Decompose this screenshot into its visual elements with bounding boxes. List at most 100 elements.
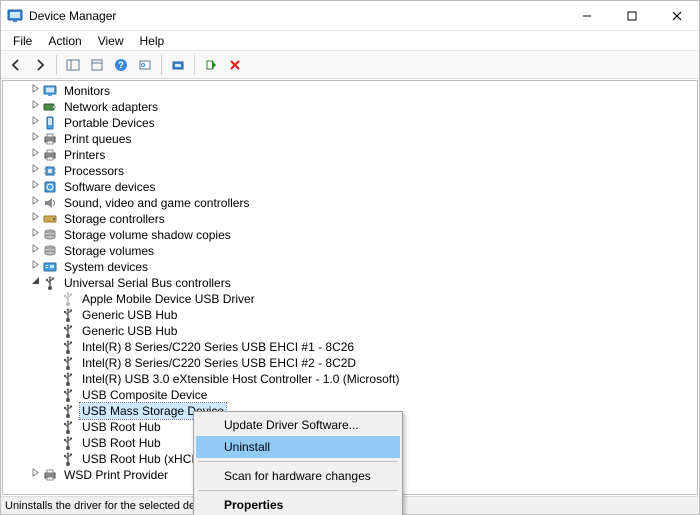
tree-node-label: WSD Print Provider	[62, 467, 170, 483]
uninstall-toolbar-button[interactable]	[224, 54, 246, 76]
toolbar: ?	[1, 51, 699, 79]
tree-node-usb-device-6[interactable]: USB Composite Device	[3, 387, 697, 403]
tree-node-label: Software devices	[62, 179, 157, 195]
tree-node-label: Generic USB Hub	[80, 323, 179, 339]
menu-file[interactable]: File	[5, 32, 40, 50]
ctx-update-driver[interactable]: Update Driver Software...	[196, 414, 400, 436]
device-manager-window: Device Manager File Action View Help ? M…	[0, 0, 700, 515]
tree-node-label: USB Root Hub	[80, 435, 163, 451]
chevron-right-icon[interactable]	[29, 163, 42, 179]
usb-icon	[60, 371, 76, 387]
scan-hardware-button[interactable]	[134, 54, 156, 76]
tree-node-label: Network adapters	[62, 99, 160, 115]
tree-node-label: Printers	[62, 147, 107, 163]
tree-node-usb-device-2[interactable]: Generic USB Hub	[3, 323, 697, 339]
network-icon	[42, 99, 58, 115]
tree-node-cat-8[interactable]: Storage controllers	[3, 211, 697, 227]
printer-icon	[42, 147, 58, 163]
ctx-properties[interactable]: Properties	[196, 494, 400, 515]
tree-node-usb-device-5[interactable]: Intel(R) USB 3.0 eXtensible Host Control…	[3, 371, 697, 387]
tree-node-cat-2[interactable]: Portable Devices	[3, 115, 697, 131]
tree-node-usb-device-0[interactable]: Apple Mobile Device USB Driver	[3, 291, 697, 307]
forward-button[interactable]	[29, 54, 51, 76]
software-icon	[42, 179, 58, 195]
menu-bar: File Action View Help	[1, 31, 699, 51]
usb-icon	[60, 355, 76, 371]
usb-icon	[42, 275, 58, 291]
tree-node-label: USB Root Hub	[80, 419, 163, 435]
disk-icon	[42, 227, 58, 243]
chevron-right-icon[interactable]	[29, 179, 42, 195]
menu-view[interactable]: View	[90, 32, 132, 50]
chevron-down-icon[interactable]	[29, 275, 42, 291]
tree-node-label: Processors	[62, 163, 126, 179]
tree-node-cat-6[interactable]: Software devices	[3, 179, 697, 195]
tree-node-cat-5[interactable]: Processors	[3, 163, 697, 179]
chevron-right-icon[interactable]	[29, 467, 42, 483]
window-controls	[564, 1, 699, 30]
status-text: Uninstalls the driver for the selected d…	[5, 500, 218, 512]
minimize-button[interactable]	[564, 1, 609, 31]
tree-node-usb-device-1[interactable]: Generic USB Hub	[3, 307, 697, 323]
usb-gray-icon	[60, 291, 76, 307]
tree-node-cat-4[interactable]: Printers	[3, 147, 697, 163]
help-toolbar-button[interactable]: ?	[110, 54, 132, 76]
close-button[interactable]	[654, 1, 699, 31]
maximize-button[interactable]	[609, 1, 654, 31]
tree-node-label: Print queues	[62, 131, 133, 147]
tree-node-usb-category[interactable]: Universal Serial Bus controllers	[3, 275, 697, 291]
chevron-right-icon[interactable]	[29, 115, 42, 131]
usb-icon	[60, 419, 76, 435]
chevron-right-icon[interactable]	[29, 243, 42, 259]
tree-node-cat-0[interactable]: Monitors	[3, 83, 697, 99]
ctx-uninstall[interactable]: Uninstall	[196, 436, 400, 458]
usb-icon	[60, 307, 76, 323]
chevron-right-icon[interactable]	[29, 99, 42, 115]
title-bar: Device Manager	[1, 1, 699, 31]
tree-node-label: System devices	[62, 259, 150, 275]
system-icon	[42, 259, 58, 275]
window-title: Device Manager	[29, 9, 564, 23]
tree-node-label: Portable Devices	[62, 115, 157, 131]
usb-icon	[60, 323, 76, 339]
toolbar-separator	[161, 55, 162, 75]
tree-node-label: Sound, video and game controllers	[62, 195, 251, 211]
chevron-right-icon[interactable]	[29, 211, 42, 227]
show-hide-console-button[interactable]	[62, 54, 84, 76]
chevron-right-icon[interactable]	[29, 195, 42, 211]
toolbar-separator	[56, 55, 57, 75]
printer-icon	[42, 467, 58, 483]
sound-icon	[42, 195, 58, 211]
chevron-right-icon[interactable]	[29, 131, 42, 147]
menu-action[interactable]: Action	[40, 32, 89, 50]
tree-node-label: USB Root Hub (xHCI)	[80, 451, 201, 467]
app-icon	[7, 8, 23, 24]
tree-node-cat-11[interactable]: System devices	[3, 259, 697, 275]
enable-toolbar-button[interactable]	[200, 54, 222, 76]
tree-node-usb-device-4[interactable]: Intel(R) 8 Series/C220 Series USB EHCI #…	[3, 355, 697, 371]
menu-help[interactable]: Help	[132, 32, 173, 50]
tree-node-cat-1[interactable]: Network adapters	[3, 99, 697, 115]
usb-icon	[60, 435, 76, 451]
properties-toolbar-button[interactable]	[86, 54, 108, 76]
tree-node-cat-7[interactable]: Sound, video and game controllers	[3, 195, 697, 211]
tree-node-usb-device-3[interactable]: Intel(R) 8 Series/C220 Series USB EHCI #…	[3, 339, 697, 355]
ctx-scan-hardware[interactable]: Scan for hardware changes	[196, 465, 400, 487]
chevron-right-icon[interactable]	[29, 259, 42, 275]
usb-icon	[60, 403, 76, 419]
chevron-right-icon[interactable]	[29, 83, 42, 99]
storage-icon	[42, 211, 58, 227]
cpu-icon	[42, 163, 58, 179]
chevron-right-icon[interactable]	[29, 227, 42, 243]
ctx-separator	[198, 490, 398, 491]
back-button[interactable]	[5, 54, 27, 76]
usb-icon	[60, 387, 76, 403]
update-driver-toolbar-button[interactable]	[167, 54, 189, 76]
tree-node-cat-3[interactable]: Print queues	[3, 131, 697, 147]
tree-node-label: Intel(R) 8 Series/C220 Series USB EHCI #…	[80, 339, 356, 355]
tree-node-cat-10[interactable]: Storage volumes	[3, 243, 697, 259]
context-menu: Update Driver Software... Uninstall Scan…	[193, 411, 403, 515]
tree-node-cat-9[interactable]: Storage volume shadow copies	[3, 227, 697, 243]
tree-node-label: USB Composite Device	[80, 387, 209, 403]
chevron-right-icon[interactable]	[29, 147, 42, 163]
